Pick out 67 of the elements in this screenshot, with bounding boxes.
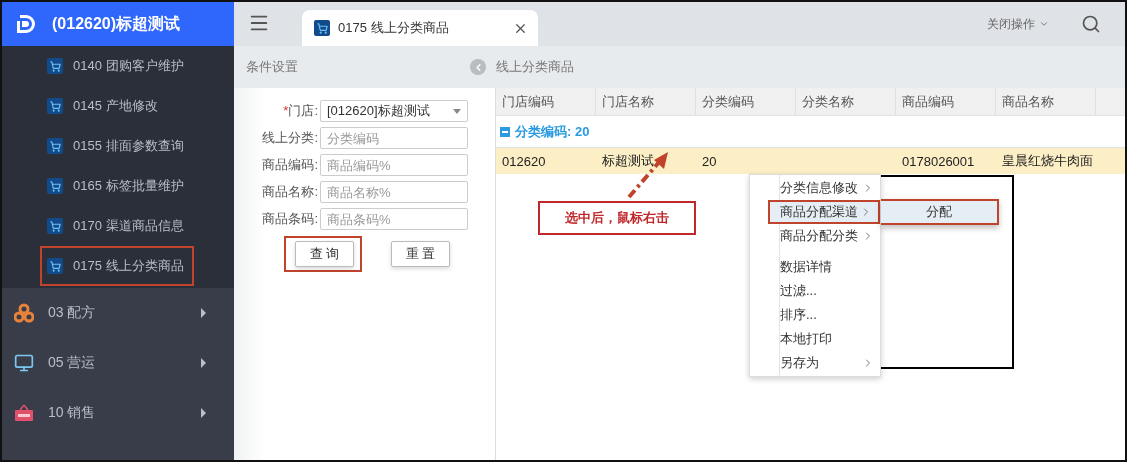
submenu-item[interactable]: 分配 [881, 199, 999, 225]
form-button[interactable]: 查 询 [295, 241, 354, 267]
field-label: 商品名称: [261, 183, 319, 201]
menu-item[interactable]: 本地打印 [750, 327, 880, 351]
column-header[interactable]: 门店编码 [496, 88, 596, 115]
table-cell-text: 20 [701, 152, 718, 171]
cart-icon [47, 138, 63, 154]
field-label: 线上分类: [261, 129, 319, 147]
table-cell-text: 012620 [501, 152, 547, 171]
expand-arrow-icon [201, 408, 206, 418]
menu-item[interactable]: 商品分配渠道 [768, 200, 880, 224]
cart-icon [47, 178, 63, 194]
form-button[interactable]: 重 置 [391, 241, 450, 267]
sidebar-group[interactable]: 03 配方 [2, 288, 234, 338]
caret-icon [453, 108, 461, 114]
menu-item[interactable]: 数据详情 [750, 248, 880, 279]
sign-icon [14, 403, 34, 423]
table-row[interactable]: 012620 标超测试 20 0178026001 皇晨红烧牛肉面 [496, 148, 1125, 174]
menu-item[interactable]: 过滤... [750, 279, 880, 303]
sidebar-item[interactable]: 0170 渠道商品信息 [40, 206, 194, 246]
column-header[interactable]: 分类名称 [796, 88, 896, 115]
group-label: 分类编码: 20 [515, 122, 590, 141]
field-label: *门店: [282, 102, 319, 120]
table-cell-text: 标超测试 [601, 152, 655, 170]
expand-arrow-icon [201, 308, 206, 318]
menu-item[interactable]: 排序... [750, 303, 880, 327]
cart-icon [47, 218, 63, 234]
table-cell-text: 0178026001 [901, 152, 976, 171]
field-label: 商品编码: [261, 156, 319, 174]
panel-title: 条件设置 [246, 58, 298, 76]
circles-icon [14, 303, 34, 323]
app-title: (012620)标超测试 [52, 13, 181, 34]
sidebar-group[interactable]: 10 销售 [2, 388, 234, 438]
monitor-icon [14, 353, 34, 373]
sidebar-item[interactable]: 0145 产地修改 [40, 86, 194, 126]
cart-icon [314, 20, 330, 36]
page-tab[interactable]: 0175 线上分类商品 [302, 10, 538, 46]
close-operations-dropdown[interactable]: 关闭操作 [987, 15, 1049, 33]
search-icon[interactable] [1081, 14, 1101, 34]
column-header[interactable]: 分类编码 [696, 88, 796, 115]
chevron-down-icon [1039, 19, 1049, 29]
sidebar-item[interactable]: 0165 标签批量维护 [40, 166, 194, 206]
sidebar-group[interactable]: 05 营运 [2, 338, 234, 388]
column-header[interactable]: 商品名称 [996, 88, 1096, 115]
panel-title: 线上分类商品 [496, 58, 574, 76]
menu-item[interactable]: 商品分配分类 [750, 224, 880, 248]
input-field[interactable]: 商品编码% [320, 154, 468, 176]
field-label: 商品条码: [261, 210, 319, 228]
menu-item[interactable]: 分类信息修改 [750, 176, 880, 200]
sidebar-item[interactable]: 0175 线上分类商品 [40, 246, 194, 286]
sidebar-item[interactable]: 0155 排面参数查询 [40, 126, 194, 166]
store-select[interactable]: [012620]标超测试 [320, 100, 468, 122]
column-header[interactable]: 门店名称 [596, 88, 696, 115]
collapse-icon[interactable] [500, 126, 510, 137]
cart-icon [47, 258, 63, 274]
input-field[interactable]: 商品名称% [320, 181, 468, 203]
cart-icon [47, 98, 63, 114]
input-field[interactable]: 分类编码 [320, 127, 468, 149]
menu-item[interactable]: 另存为 [750, 351, 880, 375]
table-cell-text: 皇晨红烧牛肉面 [1001, 152, 1094, 170]
expand-arrow-icon [201, 358, 206, 368]
logo-icon [14, 12, 38, 36]
sidebar-item[interactable]: 0140 团购客户维护 [40, 46, 194, 86]
annotation-callout: 选中后，鼠标右击 [538, 201, 696, 235]
input-field[interactable]: 商品条码% [320, 208, 468, 230]
cart-icon [47, 58, 63, 74]
column-header[interactable]: 商品编码 [896, 88, 996, 115]
